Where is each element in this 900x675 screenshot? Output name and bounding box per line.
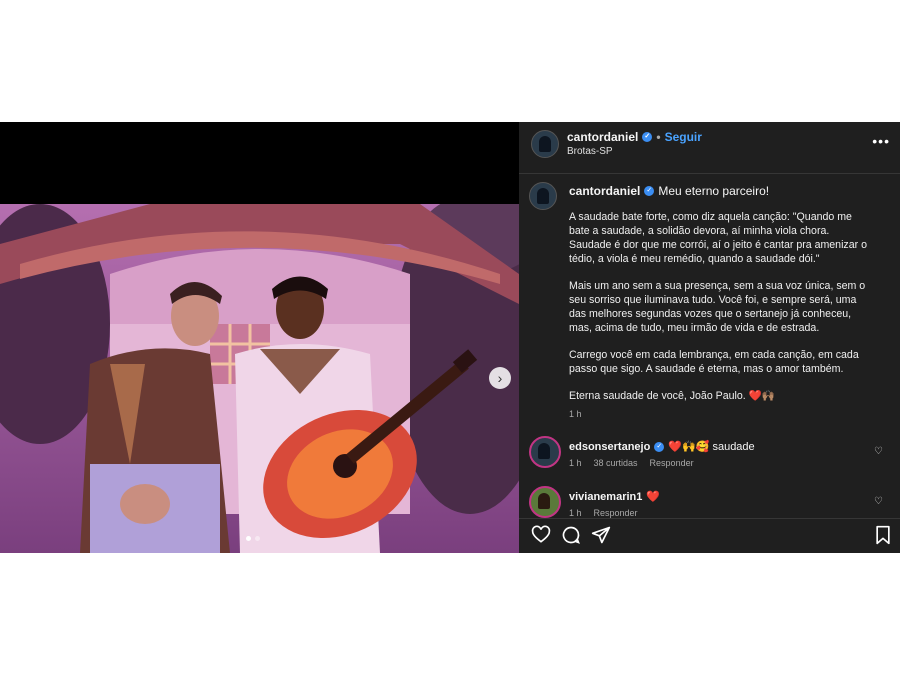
comment-meta: 1 h 38 curtidas Responder [569,458,694,468]
commenter-avatar[interactable] [529,486,561,518]
comment-text: ❤️🙌🥰 saudade [668,441,755,453]
carousel-indicator [246,536,260,541]
carousel-dot [255,536,260,541]
header-user-line: cantordaniel ✓ • Seguir [567,130,702,144]
post-photo[interactable] [0,204,519,553]
verified-badge-icon: ✓ [654,441,665,452]
commenter-avatar[interactable] [529,436,561,468]
caption-paragraph: Eterna saudade de você, João Paulo. ❤️🙌🏽 [569,390,776,402]
post-location[interactable]: Brotas-SP [567,146,613,157]
post-actions [519,518,900,554]
verified-badge-icon: ✓ [642,132,653,142]
instagram-post: › cantordaniel ✓ • Seguir Brotas-SP ••• … [0,122,900,553]
caption-body: A saudade bate forte, como diz aquela ca… [569,210,869,421]
chevron-right-icon: › [497,370,503,386]
share-send-icon[interactable] [591,525,611,545]
caption-paragraph: Carrego você em cada lembrança, em cada … [569,349,862,375]
commenter-username[interactable]: vivianemarin1 [569,491,642,503]
verified-badge-icon: ✓ [644,186,655,196]
caption-timestamp[interactable]: 1 h [569,407,869,421]
comment-line: edsonsertanejo ✓ ❤️🙌🥰 saudade [569,440,755,454]
comment-bubble-icon[interactable] [561,525,581,545]
caption-paragraph: A saudade bate forte, como diz aquela ca… [569,211,870,265]
reply-button[interactable]: Responder [594,508,638,518]
like-comment-heart-icon[interactable]: ♡ [874,446,883,457]
follow-button[interactable]: Seguir [665,130,702,144]
post-side-panel: cantordaniel ✓ • Seguir Brotas-SP ••• ca… [519,122,900,553]
comment-timestamp[interactable]: 1 h [569,508,582,518]
more-options-icon[interactable]: ••• [872,133,890,149]
post-media: › [0,122,519,553]
comment-timestamp[interactable]: 1 h [569,458,582,468]
caption-title: Meu eterno parceiro! [658,184,770,198]
carousel-dot-active [246,536,251,541]
comment-text: ❤️ [646,491,661,503]
comment-likes[interactable]: 38 curtidas [594,458,638,468]
caption-avatar[interactable] [529,182,557,210]
reply-button[interactable]: Responder [650,458,694,468]
author-avatar[interactable] [531,130,559,158]
photo-illustration [0,204,519,553]
caption-paragraph: Mais um ano sem a sua presença, sem a su… [569,280,869,334]
comment-meta: 1 h Responder [569,508,638,518]
save-bookmark-icon[interactable] [873,525,893,545]
next-slide-button[interactable]: › [489,367,511,389]
like-heart-icon[interactable] [531,525,551,545]
separator-dot: • [656,130,661,144]
comments-section[interactable]: cantordaniel ✓ Meu eterno parceiro! A sa… [519,174,900,518]
commenter-username[interactable]: edsonsertanejo [569,441,650,453]
author-username[interactable]: cantordaniel [567,130,638,144]
like-comment-heart-icon[interactable]: ♡ [874,496,883,507]
caption-header: cantordaniel ✓ Meu eterno parceiro! [569,184,769,198]
post-header: cantordaniel ✓ • Seguir Brotas-SP ••• [519,122,900,174]
comment-line: vivianemarin1 ❤️ [569,490,661,504]
caption-username[interactable]: cantordaniel [569,184,640,198]
